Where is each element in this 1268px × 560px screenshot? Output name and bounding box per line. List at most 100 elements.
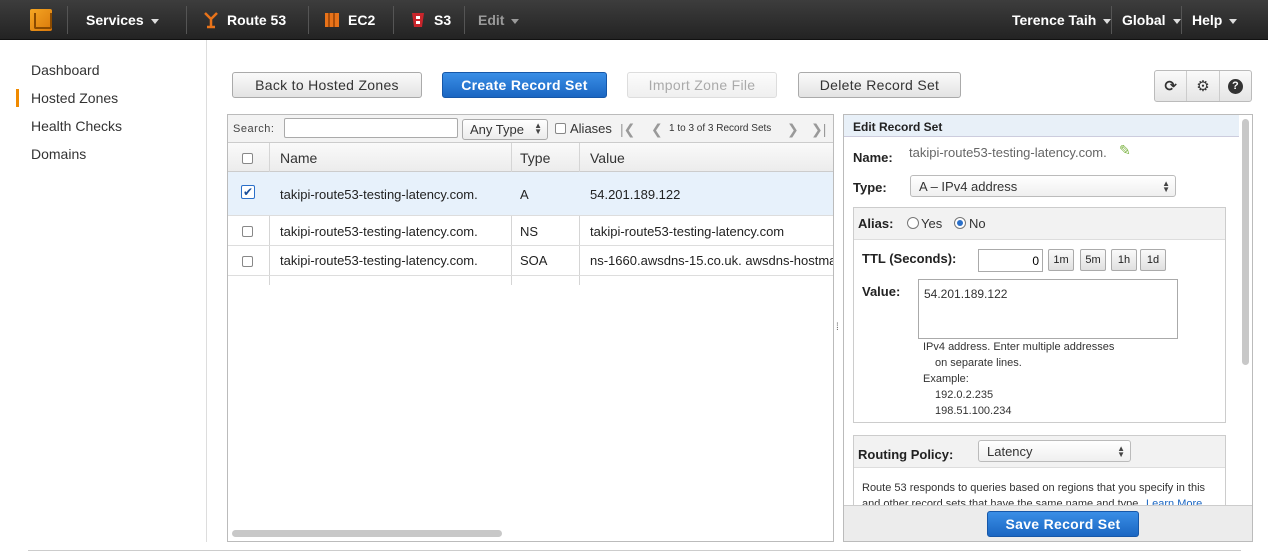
row-type: SOA [520, 253, 548, 268]
aws-logo[interactable] [30, 0, 52, 40]
user-menu[interactable]: Terence Taih [1012, 0, 1112, 40]
ttl-1h-button[interactable]: 1h [1111, 249, 1137, 271]
row-checkbox-checked[interactable]: ✔ [241, 185, 255, 199]
value-help-line: 192.0.2.235 [935, 389, 994, 401]
search-input[interactable] [284, 118, 458, 138]
column-value[interactable]: Value [590, 150, 625, 166]
row-checkbox[interactable] [242, 256, 253, 267]
region-label: Global [1122, 12, 1166, 28]
pager-label: 1 to 3 of 3 Record Sets [669, 123, 772, 134]
help-button[interactable]: ? [1220, 71, 1251, 101]
value-help-line: 198.51.100.234 [935, 405, 1012, 417]
sidebar-item-hosted-zones[interactable]: Hosted Zones [31, 90, 118, 106]
alias-ttl-value-section: Alias: Yes No TTL (Seconds): 1m 5m 1h 1d… [853, 207, 1226, 423]
chevron-down-icon [1172, 18, 1181, 24]
s3-icon [412, 13, 424, 27]
alias-yes-label: Yes [921, 216, 943, 231]
routing-policy-select[interactable]: Latency ▲ ▼ [978, 440, 1131, 462]
row-checkbox[interactable] [242, 226, 253, 237]
help-menu[interactable]: Help [1192, 0, 1238, 40]
next-page-icon[interactable]: ❯ [787, 121, 799, 138]
chevron-down-icon [150, 18, 159, 24]
table-row[interactable]: ✔ takipi-route53-testing-latency.com. A … [228, 172, 833, 216]
route53-label: Route 53 [227, 12, 287, 28]
row-type: NS [520, 224, 539, 239]
nav-divider [464, 6, 465, 34]
ec2-label: EC2 [348, 12, 376, 28]
type-filter-value: Any Type [470, 122, 524, 137]
region-menu[interactable]: Global [1122, 0, 1181, 40]
panel-splitter-handle[interactable]: ⁞ [836, 322, 839, 333]
services-menu[interactable]: Services [86, 0, 159, 40]
routing-policy-value: Latency [987, 444, 1033, 459]
save-record-set-button[interactable]: Save Record Set [987, 511, 1139, 537]
routing-policy-label: Routing Policy: [858, 447, 954, 462]
sidebar-item-domains[interactable]: Domains [31, 146, 86, 162]
edit-label: Edit [478, 12, 505, 28]
chevron-down-icon [1229, 18, 1238, 24]
grid-filter-bar: Search: Any Type ▲ ▼ Aliases |❮ ❮ 1 to 3 … [228, 115, 833, 143]
create-record-set-button[interactable]: Create Record Set [442, 72, 607, 98]
edit-menu[interactable]: Edit [478, 0, 520, 40]
select-all-checkbox[interactable] [242, 153, 253, 164]
delete-record-set-button[interactable]: Delete Record Set [798, 72, 961, 98]
aliases-checkbox[interactable] [555, 123, 566, 134]
row-value: takipi-route53-testing-latency.com [590, 224, 785, 239]
refresh-icon: ⟳ [1164, 78, 1177, 95]
ec2-shortcut[interactable]: EC2 [324, 0, 375, 40]
column-name[interactable]: Name [280, 150, 317, 166]
ttl-1d-button[interactable]: 1d [1140, 249, 1166, 271]
ttl-1m-button[interactable]: 1m [1048, 249, 1074, 271]
record-type-select[interactable]: A – IPv4 address ▲ ▼ [910, 175, 1176, 197]
sidebar [0, 40, 207, 542]
type-filter-select[interactable]: Any Type ▲ ▼ [462, 119, 548, 140]
table-row[interactable]: takipi-route53-testing-latency.com. SOA … [228, 246, 833, 276]
row-type: A [520, 187, 529, 202]
panel-tools: ⟳ ⚙ ? [1154, 70, 1252, 102]
alias-row: Alias: Yes No [854, 208, 1225, 240]
sidebar-item-dashboard[interactable]: Dashboard [31, 62, 100, 78]
updown-arrows-icon: ▲ ▼ [1162, 179, 1170, 194]
aliases-label: Aliases [570, 121, 612, 136]
row-value: 54.201.189.122 [590, 187, 681, 202]
ttl-5m-button[interactable]: 5m [1080, 249, 1106, 271]
value-textarea[interactable]: 54.201.189.122 [918, 279, 1178, 339]
updown-arrows-icon: ▲ ▼ [1117, 444, 1125, 459]
vertical-scrollbar[interactable] [1242, 119, 1249, 365]
sidebar-item-health-checks[interactable]: Health Checks [31, 118, 122, 134]
grid-header-row: Name Type Value [228, 143, 833, 172]
alias-yes-radio[interactable] [907, 217, 919, 229]
s3-shortcut[interactable]: S3 [410, 0, 451, 40]
table-row[interactable]: takipi-route53-testing-latency.com. NS t… [228, 216, 833, 246]
alias-no-label: No [969, 216, 986, 231]
edit-record-set-panel: Edit Record Set Name: takipi-route53-tes… [843, 114, 1253, 542]
route53-shortcut[interactable]: Route 53 [203, 0, 286, 40]
import-zone-file-button[interactable]: Import Zone File [627, 72, 777, 98]
first-page-icon[interactable]: |❮ [620, 121, 635, 138]
nav-divider [1111, 6, 1112, 34]
question-icon: ? [1227, 78, 1243, 94]
value-label: Value: [862, 284, 901, 299]
routing-policy-row: Routing Policy: Latency ▲ ▼ [854, 436, 1225, 468]
row-value: ns-1660.awsdns-15.co.uk. awsdns-hostma [590, 253, 833, 268]
ttl-input[interactable] [978, 249, 1043, 272]
settings-button[interactable]: ⚙ [1187, 71, 1220, 101]
pencil-icon[interactable]: ✎ [1119, 142, 1131, 159]
row-name: takipi-route53-testing-latency.com. [280, 253, 478, 268]
active-indicator [16, 89, 19, 107]
routing-policy-section: Routing Policy: Latency ▲ ▼ Route 53 resp… [853, 435, 1226, 515]
top-navigation-bar: Services Route 53 EC2 S3 Edit Terence Ta… [0, 0, 1268, 40]
nav-divider [186, 6, 187, 34]
user-name: Terence Taih [1012, 12, 1097, 28]
nav-divider [393, 6, 394, 34]
last-page-icon[interactable]: ❯| [811, 121, 826, 138]
prev-page-icon[interactable]: ❮ [651, 121, 663, 138]
horizontal-scrollbar[interactable] [232, 530, 502, 537]
nav-divider [1181, 6, 1182, 34]
back-to-hosted-zones-button[interactable]: Back to Hosted Zones [232, 72, 422, 98]
value-help-line: IPv4 address. Enter multiple addresses [923, 341, 1115, 353]
column-type[interactable]: Type [520, 150, 550, 166]
alias-no-radio[interactable] [954, 217, 966, 229]
gear-icon: ⚙ [1196, 78, 1210, 95]
refresh-button[interactable]: ⟳ [1155, 71, 1188, 101]
